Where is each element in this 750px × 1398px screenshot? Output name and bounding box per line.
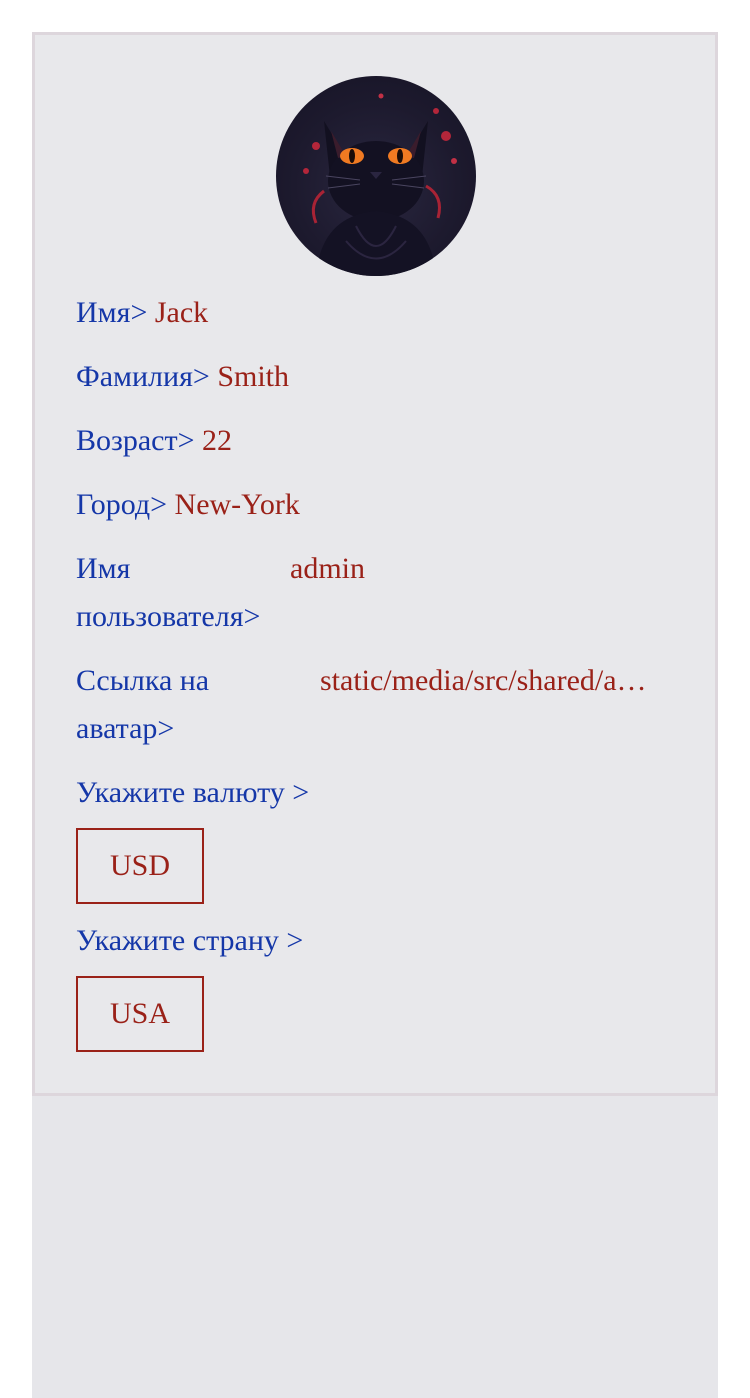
username-value: admin xyxy=(290,552,365,585)
age-label: Возраст> xyxy=(76,424,195,457)
currency-label: Укажите валюту > xyxy=(76,776,310,809)
country-select[interactable]: USA xyxy=(76,976,204,1052)
city-value: New-York xyxy=(174,488,300,521)
last-name-row: Фамилия> Smith xyxy=(76,353,289,401)
country-label: Укажите страну > xyxy=(76,924,304,957)
age-row: Возраст> 22 xyxy=(76,417,232,465)
avatar-link-label: Ссылка на аватар> xyxy=(76,664,210,745)
avatar-link-row: Ссылка на аватар> static/media/src/share… xyxy=(76,657,676,753)
last-name-value: Smith xyxy=(217,360,290,393)
username-row: Имя пользователя> admin xyxy=(76,545,676,641)
black-cat-avatar-icon xyxy=(303,93,457,276)
city-row: Город> New-York xyxy=(76,481,300,529)
city-label: Город> xyxy=(76,488,168,521)
last-name-label: Фамилия> xyxy=(76,360,210,393)
currency-select[interactable]: USD xyxy=(76,828,204,904)
avatar xyxy=(276,76,476,276)
country-prompt: Укажите страну > xyxy=(76,917,303,965)
first-name-row: Имя> Jack xyxy=(76,289,208,337)
profile-card: Имя> Jack Фамилия> Smith Возраст> 22 Гор… xyxy=(32,32,718,1096)
age-value: 22 xyxy=(202,424,233,457)
currency-prompt: Укажите валюту > xyxy=(76,769,309,817)
avatar-link-value: static/media/src/shared/a… xyxy=(320,664,647,697)
first-name-value: Jack xyxy=(154,296,209,329)
first-name-label: Имя> xyxy=(76,296,148,329)
username-label: Имя пользователя> xyxy=(76,552,261,633)
